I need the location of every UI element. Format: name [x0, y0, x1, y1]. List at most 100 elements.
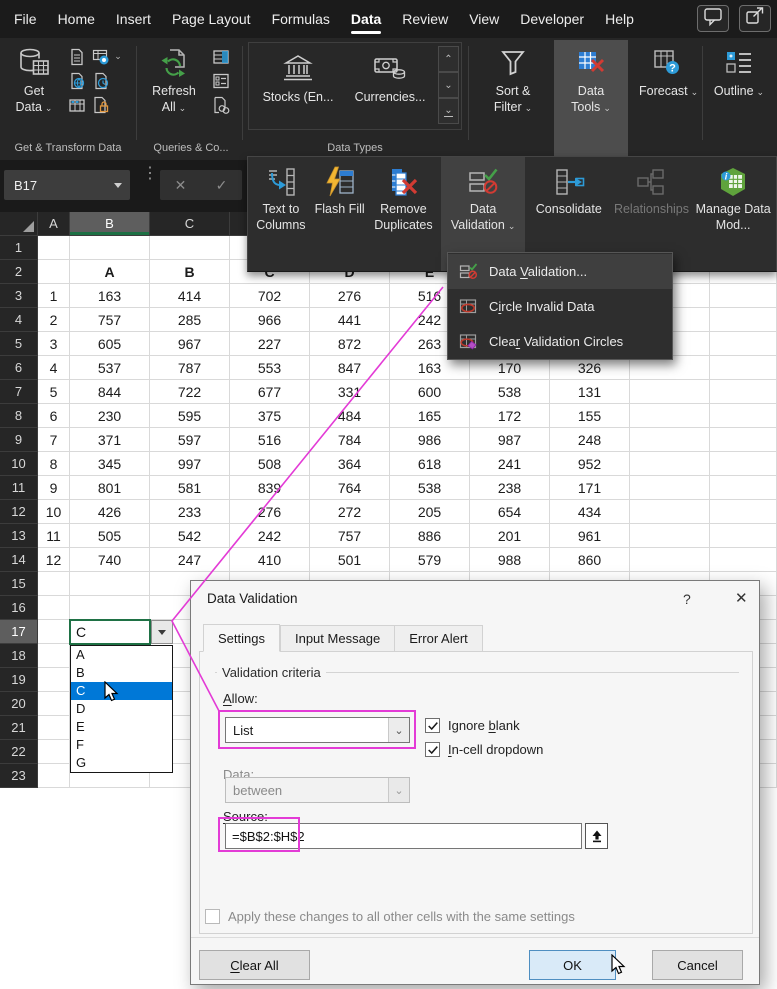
- cell[interactable]: 12: [38, 548, 70, 572]
- cell[interactable]: 1: [38, 284, 70, 308]
- chevron-down-icon[interactable]: ⌄: [113, 46, 123, 67]
- active-cell-B17[interactable]: C: [69, 619, 151, 645]
- data-tools-button[interactable]: Data Tools ⌄: [554, 40, 628, 158]
- row-header-16[interactable]: 16: [0, 596, 38, 620]
- flash-fill-button[interactable]: Flash Fill: [314, 157, 366, 271]
- cell[interactable]: [38, 692, 70, 716]
- cell[interactable]: [710, 524, 777, 548]
- cell[interactable]: 967: [150, 332, 230, 356]
- cell[interactable]: 414: [150, 284, 230, 308]
- col-header-B[interactable]: B: [70, 212, 150, 236]
- menu-tab-help[interactable]: Help: [605, 0, 634, 38]
- cell[interactable]: 331: [310, 380, 390, 404]
- cell[interactable]: 740: [70, 548, 150, 572]
- cell[interactable]: [630, 500, 710, 524]
- cell[interactable]: 654: [470, 500, 550, 524]
- clear-all-button[interactable]: Clear All: [199, 950, 310, 980]
- row-header-7[interactable]: 7: [0, 380, 38, 404]
- cell[interactable]: 988: [470, 548, 550, 572]
- cell[interactable]: 238: [470, 476, 550, 500]
- enter-icon[interactable]: ✓: [216, 177, 228, 194]
- cell[interactable]: 961: [550, 524, 630, 548]
- cell[interactable]: 155: [550, 404, 630, 428]
- cell[interactable]: 801: [70, 476, 150, 500]
- cell[interactable]: [630, 380, 710, 404]
- cell[interactable]: [630, 404, 710, 428]
- cell[interactable]: [710, 356, 777, 380]
- cell[interactable]: A: [70, 260, 150, 284]
- cell[interactable]: 172: [470, 404, 550, 428]
- row-header-21[interactable]: 21: [0, 716, 38, 740]
- cell[interactable]: 2: [38, 308, 70, 332]
- cell[interactable]: 272: [310, 500, 390, 524]
- row-header-18[interactable]: 18: [0, 644, 38, 668]
- cell[interactable]: 247: [150, 548, 230, 572]
- row-header-3[interactable]: 3: [0, 284, 38, 308]
- ignore-blank-checkbox[interactable]: [425, 718, 440, 733]
- menu-tab-view[interactable]: View: [469, 0, 499, 38]
- row-header-11[interactable]: 11: [0, 476, 38, 500]
- cell[interactable]: [710, 332, 777, 356]
- cell[interactable]: [710, 548, 777, 572]
- cell[interactable]: [630, 524, 710, 548]
- cell[interactable]: 538: [470, 380, 550, 404]
- cell[interactable]: 171: [550, 476, 630, 500]
- cell[interactable]: 242: [230, 524, 310, 548]
- cell[interactable]: [70, 596, 150, 620]
- cell[interactable]: 986: [390, 428, 470, 452]
- cell[interactable]: [710, 476, 777, 500]
- col-header-C[interactable]: C: [150, 212, 230, 236]
- outline-button[interactable]: Outline ⌄: [704, 44, 774, 100]
- row-header-15[interactable]: 15: [0, 572, 38, 596]
- cell[interactable]: 131: [550, 380, 630, 404]
- cell[interactable]: 553: [230, 356, 310, 380]
- cell[interactable]: 233: [150, 500, 230, 524]
- cell[interactable]: 9: [38, 476, 70, 500]
- cell[interactable]: 537: [70, 356, 150, 380]
- cell[interactable]: [38, 572, 70, 596]
- cell[interactable]: 860: [550, 548, 630, 572]
- cell[interactable]: 597: [150, 428, 230, 452]
- gallery-down-button[interactable]: ⌄: [438, 72, 459, 98]
- cell[interactable]: 8: [38, 452, 70, 476]
- from-text-icon[interactable]: [66, 46, 87, 67]
- row-header-8[interactable]: 8: [0, 404, 38, 428]
- row-header-12[interactable]: 12: [0, 500, 38, 524]
- existing-connections-icon[interactable]: [90, 94, 111, 115]
- cell[interactable]: 4: [38, 356, 70, 380]
- cell[interactable]: [630, 548, 710, 572]
- cell[interactable]: 839: [230, 476, 310, 500]
- cell[interactable]: 3: [38, 332, 70, 356]
- cell[interactable]: 757: [70, 308, 150, 332]
- cell[interactable]: [38, 620, 70, 644]
- select-all-corner[interactable]: [0, 212, 38, 236]
- menu-tab-developer[interactable]: Developer: [520, 0, 584, 38]
- cell[interactable]: 722: [150, 380, 230, 404]
- cell[interactable]: 516: [230, 428, 310, 452]
- cell[interactable]: [710, 284, 777, 308]
- source-input[interactable]: =$B$2:$H$2: [225, 823, 582, 849]
- cell[interactable]: [630, 452, 710, 476]
- cell[interactable]: [710, 452, 777, 476]
- cell[interactable]: 7: [38, 428, 70, 452]
- dropdown-option-D[interactable]: D: [71, 700, 172, 718]
- cell[interactable]: [70, 572, 150, 596]
- cell[interactable]: 997: [150, 452, 230, 476]
- cell[interactable]: [38, 236, 70, 260]
- cell[interactable]: 364: [310, 452, 390, 476]
- from-web-icon[interactable]: [66, 70, 87, 91]
- cell[interactable]: 505: [70, 524, 150, 548]
- cell[interactable]: 764: [310, 476, 390, 500]
- cell[interactable]: 6: [38, 404, 70, 428]
- cell[interactable]: 345: [70, 452, 150, 476]
- cell[interactable]: 285: [150, 308, 230, 332]
- cell[interactable]: 538: [390, 476, 470, 500]
- cell[interactable]: [150, 236, 230, 260]
- cell[interactable]: 702: [230, 284, 310, 308]
- cell[interactable]: 276: [230, 500, 310, 524]
- comments-button[interactable]: [697, 5, 729, 32]
- cell[interactable]: [710, 500, 777, 524]
- manage-data-mod-button[interactable]: i Manage Data Mod...: [690, 157, 776, 271]
- row-header-5[interactable]: 5: [0, 332, 38, 356]
- cell[interactable]: 787: [150, 356, 230, 380]
